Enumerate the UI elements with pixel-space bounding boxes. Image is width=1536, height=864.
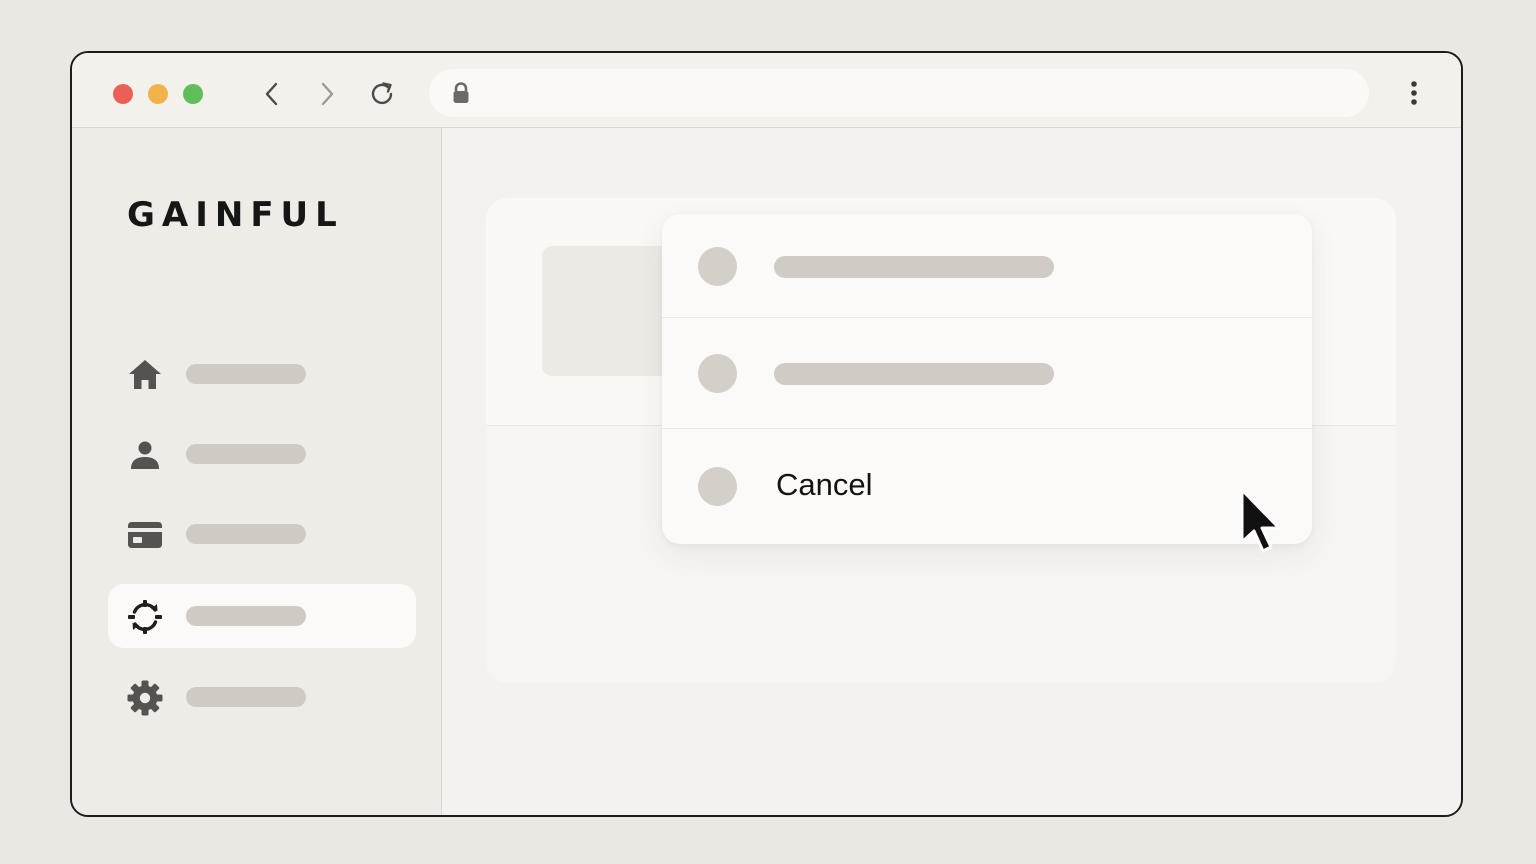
user-icon <box>126 436 164 474</box>
main-content: Cancel <box>444 128 1461 815</box>
maximize-window-button[interactable] <box>183 84 203 104</box>
kebab-menu-icon[interactable] <box>1402 78 1426 108</box>
minimize-window-button[interactable] <box>148 84 168 104</box>
browser-window: GAINFUL Cancel <box>70 51 1463 817</box>
chevron-left-icon[interactable] <box>257 79 287 109</box>
sidebar: GAINFUL <box>72 128 442 815</box>
thumbnail-placeholder <box>542 246 682 376</box>
close-window-button[interactable] <box>113 84 133 104</box>
sidebar-item-subscription[interactable] <box>108 584 416 648</box>
action-sheet: Cancel <box>662 214 1312 544</box>
sidebar-item-label-placeholder <box>186 364 306 384</box>
reload-icon[interactable] <box>367 79 397 109</box>
sidebar-item-label-placeholder <box>186 444 306 464</box>
sidebar-item-settings[interactable] <box>108 665 416 729</box>
cancel-label: Cancel <box>776 467 873 502</box>
sidebar-item-label-placeholder <box>186 606 306 626</box>
option-radio <box>698 467 737 506</box>
option-label-placeholder <box>774 363 1054 385</box>
action-option-2[interactable] <box>662 318 1312 429</box>
option-label-placeholder <box>774 256 1054 278</box>
sidebar-item-home[interactable] <box>108 342 416 406</box>
sync-icon <box>126 598 164 636</box>
chevron-right-icon[interactable] <box>312 79 342 109</box>
mouse-cursor-icon <box>1238 487 1290 559</box>
sidebar-item-billing[interactable] <box>108 502 416 566</box>
option-radio <box>698 354 737 393</box>
app-logo: GAINFUL <box>127 195 344 235</box>
option-radio <box>698 247 737 286</box>
action-option-1[interactable] <box>662 214 1312 318</box>
cancel-option[interactable]: Cancel <box>662 429 1312 544</box>
browser-toolbar <box>72 53 1461 128</box>
gear-icon <box>126 679 164 717</box>
sidebar-item-label-placeholder <box>186 524 306 544</box>
address-bar[interactable] <box>429 69 1369 117</box>
sidebar-item-label-placeholder <box>186 687 306 707</box>
home-icon <box>126 356 164 394</box>
lock-icon <box>449 81 473 105</box>
credit-card-icon <box>126 516 164 554</box>
sidebar-item-profile[interactable] <box>108 422 416 486</box>
